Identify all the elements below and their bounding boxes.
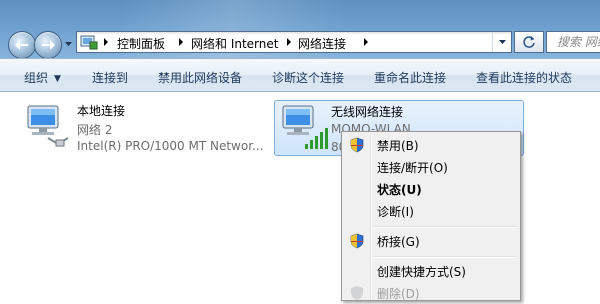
menu-item-create-shortcut[interactable]: 创建快捷方式(S) (344, 260, 518, 282)
menu-separator (373, 226, 516, 228)
menu-item-label: 创建快捷方式(S) (377, 265, 466, 279)
arrow-right-icon (42, 40, 55, 50)
organize-label: 组织 (24, 71, 49, 85)
chevron-down-icon (64, 42, 72, 46)
connection-name: 无线网络连接 (331, 105, 404, 119)
connect-to-button[interactable]: 连接到 (92, 69, 128, 86)
address-history-dropdown[interactable] (492, 32, 511, 52)
view-status-button[interactable]: 查看此连接的状态 (476, 69, 572, 86)
wireless-network-icon (282, 105, 328, 149)
recent-pages-dropdown[interactable] (63, 38, 73, 50)
menu-item-bridge[interactable]: 桥接(G) (344, 230, 518, 252)
arrow-left-icon (15, 40, 28, 50)
breadcrumb-arrow-icon[interactable] (285, 36, 293, 48)
connection-item-local[interactable]: 本地连接 网络 2 Intel(R) PRO/1000 MT Networ... (0, 92, 270, 162)
organize-menu[interactable]: 组织 ▼ (24, 69, 61, 86)
menu-item-delete: 删除(D) (344, 282, 518, 304)
command-bar: 组织 ▼ 连接到 禁用此网络设备 诊断这个连接 重命名此连接 查看此连接的状态 (0, 58, 600, 92)
chevron-down-icon: ▼ (54, 74, 61, 84)
menu-item-label: 禁用(B) (377, 139, 419, 153)
forward-button[interactable] (34, 31, 62, 59)
context-menu: 禁用(B) 连接/断开(O) 状态(U) 诊断(I) 桥接(G) 创建快捷方式(… (341, 131, 521, 301)
breadcrumb-arrow-icon[interactable] (362, 36, 370, 48)
shield-icon (350, 137, 364, 153)
breadcrumb-arrow-icon[interactable] (177, 36, 185, 48)
menu-item-connect-disconnect[interactable]: 连接/断开(O) (344, 156, 518, 178)
menu-item-label: 状态(U) (377, 183, 422, 197)
menu-item-disable[interactable]: 禁用(B) (344, 134, 518, 156)
breadcrumb-arrow-icon (104, 38, 108, 46)
control-panel-icon (80, 35, 98, 50)
menu-item-status[interactable]: 状态(U) (344, 178, 518, 200)
menu-item-diagnose[interactable]: 诊断(I) (344, 200, 518, 222)
shield-icon (350, 233, 364, 249)
breadcrumb-network-internet[interactable]: 网络和 Internet (191, 35, 278, 52)
search-input[interactable]: 搜索 网络 (546, 31, 600, 53)
refresh-icon (523, 36, 535, 48)
address-bar[interactable]: 控制面板 网络和 Internet 网络连接 (76, 31, 512, 53)
window-titlebar: 控制面板 网络和 Internet 网络连接 搜索 网络 (0, 0, 600, 59)
menu-item-label: 诊断(I) (377, 205, 414, 219)
refresh-button[interactable] (514, 31, 544, 53)
rename-connection-button[interactable]: 重命名此连接 (374, 69, 446, 86)
connection-adapter: Intel(R) PRO/1000 MT Networ... (77, 139, 264, 153)
breadcrumb-control-panel[interactable]: 控制面板 (117, 35, 165, 52)
menu-item-label: 连接/断开(O) (377, 161, 448, 175)
breadcrumb-network-connections[interactable]: 网络连接 (298, 35, 346, 52)
menu-item-label: 删除(D) (377, 287, 420, 301)
wired-network-icon (27, 105, 69, 147)
connection-name: 本地连接 (77, 104, 126, 118)
disable-device-button[interactable]: 禁用此网络设备 (158, 69, 242, 86)
connection-network: 网络 2 (77, 123, 113, 137)
chevron-down-icon (498, 40, 506, 44)
menu-separator (373, 256, 516, 258)
back-button[interactable] (8, 31, 36, 59)
menu-item-label: 桥接(G) (377, 235, 420, 249)
diagnose-connection-button[interactable]: 诊断这个连接 (272, 69, 344, 86)
shield-icon (351, 286, 363, 300)
